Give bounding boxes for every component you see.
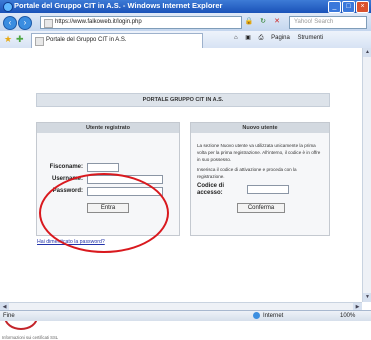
access-code-input[interactable] [247,185,289,194]
address-toolbar: ‹ › https://www.falkoweb.it/login.php 🔒 … [0,13,371,31]
page-menu[interactable]: Pagina [271,35,290,41]
confirm-button[interactable]: Conferma [237,203,285,213]
command-bar: ⌂ ▣ ⎙ Pagina Strumenti [234,34,369,45]
stop-icon[interactable]: ✕ [272,17,282,27]
page-icon [44,19,53,28]
back-button[interactable]: ‹ [3,16,17,30]
print-icon[interactable]: ⎙ [259,35,264,41]
page-viewport: PORTALE GRUPPO CIT IN A.S. Utente regist… [0,48,362,340]
home-icon[interactable]: ⌂ [234,35,238,41]
close-button[interactable]: × [356,1,369,13]
fisconame-row: Fisconame: [41,163,171,172]
access-code-label: Codice di accesso: [197,183,224,197]
security-zone-label: Internet [263,313,284,319]
fisconame-label: Fisconame: [49,164,83,170]
zoom-level[interactable]: 100% [340,313,355,319]
ie-logo-icon [3,2,13,12]
search-placeholder: Yahoo! Search [294,19,334,25]
access-code-label-line-2: accesso: [197,190,223,196]
tab-toolbar: ★ ✚ Portale del Gruppo CIT in A.S. ⌂ ▣ ⎙… [0,31,371,49]
banner-title: PORTALE GRUPPO CIT IN A.S. [142,97,224,103]
highlight-oval [39,173,169,253]
add-favorites-icon[interactable]: ✚ [16,34,24,45]
scroll-down-icon[interactable]: ▼ [363,293,371,302]
tools-menu[interactable]: Strumenti [297,35,323,41]
new-user-description-text: La sezione Nuovo utente va utilizzata un… [197,143,321,162]
address-field[interactable]: https://www.falkoweb.it/login.php [40,16,242,29]
new-user-panel: Nuovo utente La sezione Nuovo utente va … [190,122,330,236]
status-text: Fine [3,313,15,319]
forward-button[interactable]: › [18,16,32,30]
status-bar: Fine Internet 100% [0,310,371,321]
tab-page-icon [35,37,44,46]
window-title: Portale del Gruppo CIT in A.S. - Windows… [14,1,223,10]
minimize-button[interactable]: _ [328,1,341,13]
maximize-button[interactable]: □ [342,1,355,13]
internet-zone-icon [253,312,260,319]
new-user-description: La sezione Nuovo utente va utilizzata un… [197,143,323,181]
feeds-icon[interactable]: ▣ [245,35,251,41]
search-field[interactable]: Yahoo! Search [289,16,367,29]
fisconame-input[interactable] [87,163,119,172]
new-user-title: Nuovo utente [191,123,329,133]
vertical-scrollbar[interactable]: ▲ ▼ [362,48,371,302]
tab-label: Portale del Gruppo CIT in A.S. [46,37,127,43]
window-titlebar: Portale del Gruppo CIT in A.S. - Windows… [0,0,371,13]
access-code-label-line-1: Codice di [197,183,225,189]
refresh-icon[interactable]: ↻ [258,17,268,27]
favorites-star-icon[interactable]: ★ [4,34,12,45]
ssl-info-link[interactable]: Informazioni sui certificati SSL [2,335,58,340]
address-url: https://www.falkoweb.it/login.php [55,19,142,25]
tab-portale[interactable]: Portale del Gruppo CIT in A.S. [31,33,203,48]
lock-icon[interactable]: 🔒 [244,17,254,27]
registered-user-title: Utente registrato [37,123,179,133]
scroll-up-icon[interactable]: ▲ [363,48,371,57]
portal-banner: PORTALE GRUPPO CIT IN A.S. [36,93,330,107]
new-user-description-text-2: Inserisca il codice di attivazione e pro… [197,167,297,180]
